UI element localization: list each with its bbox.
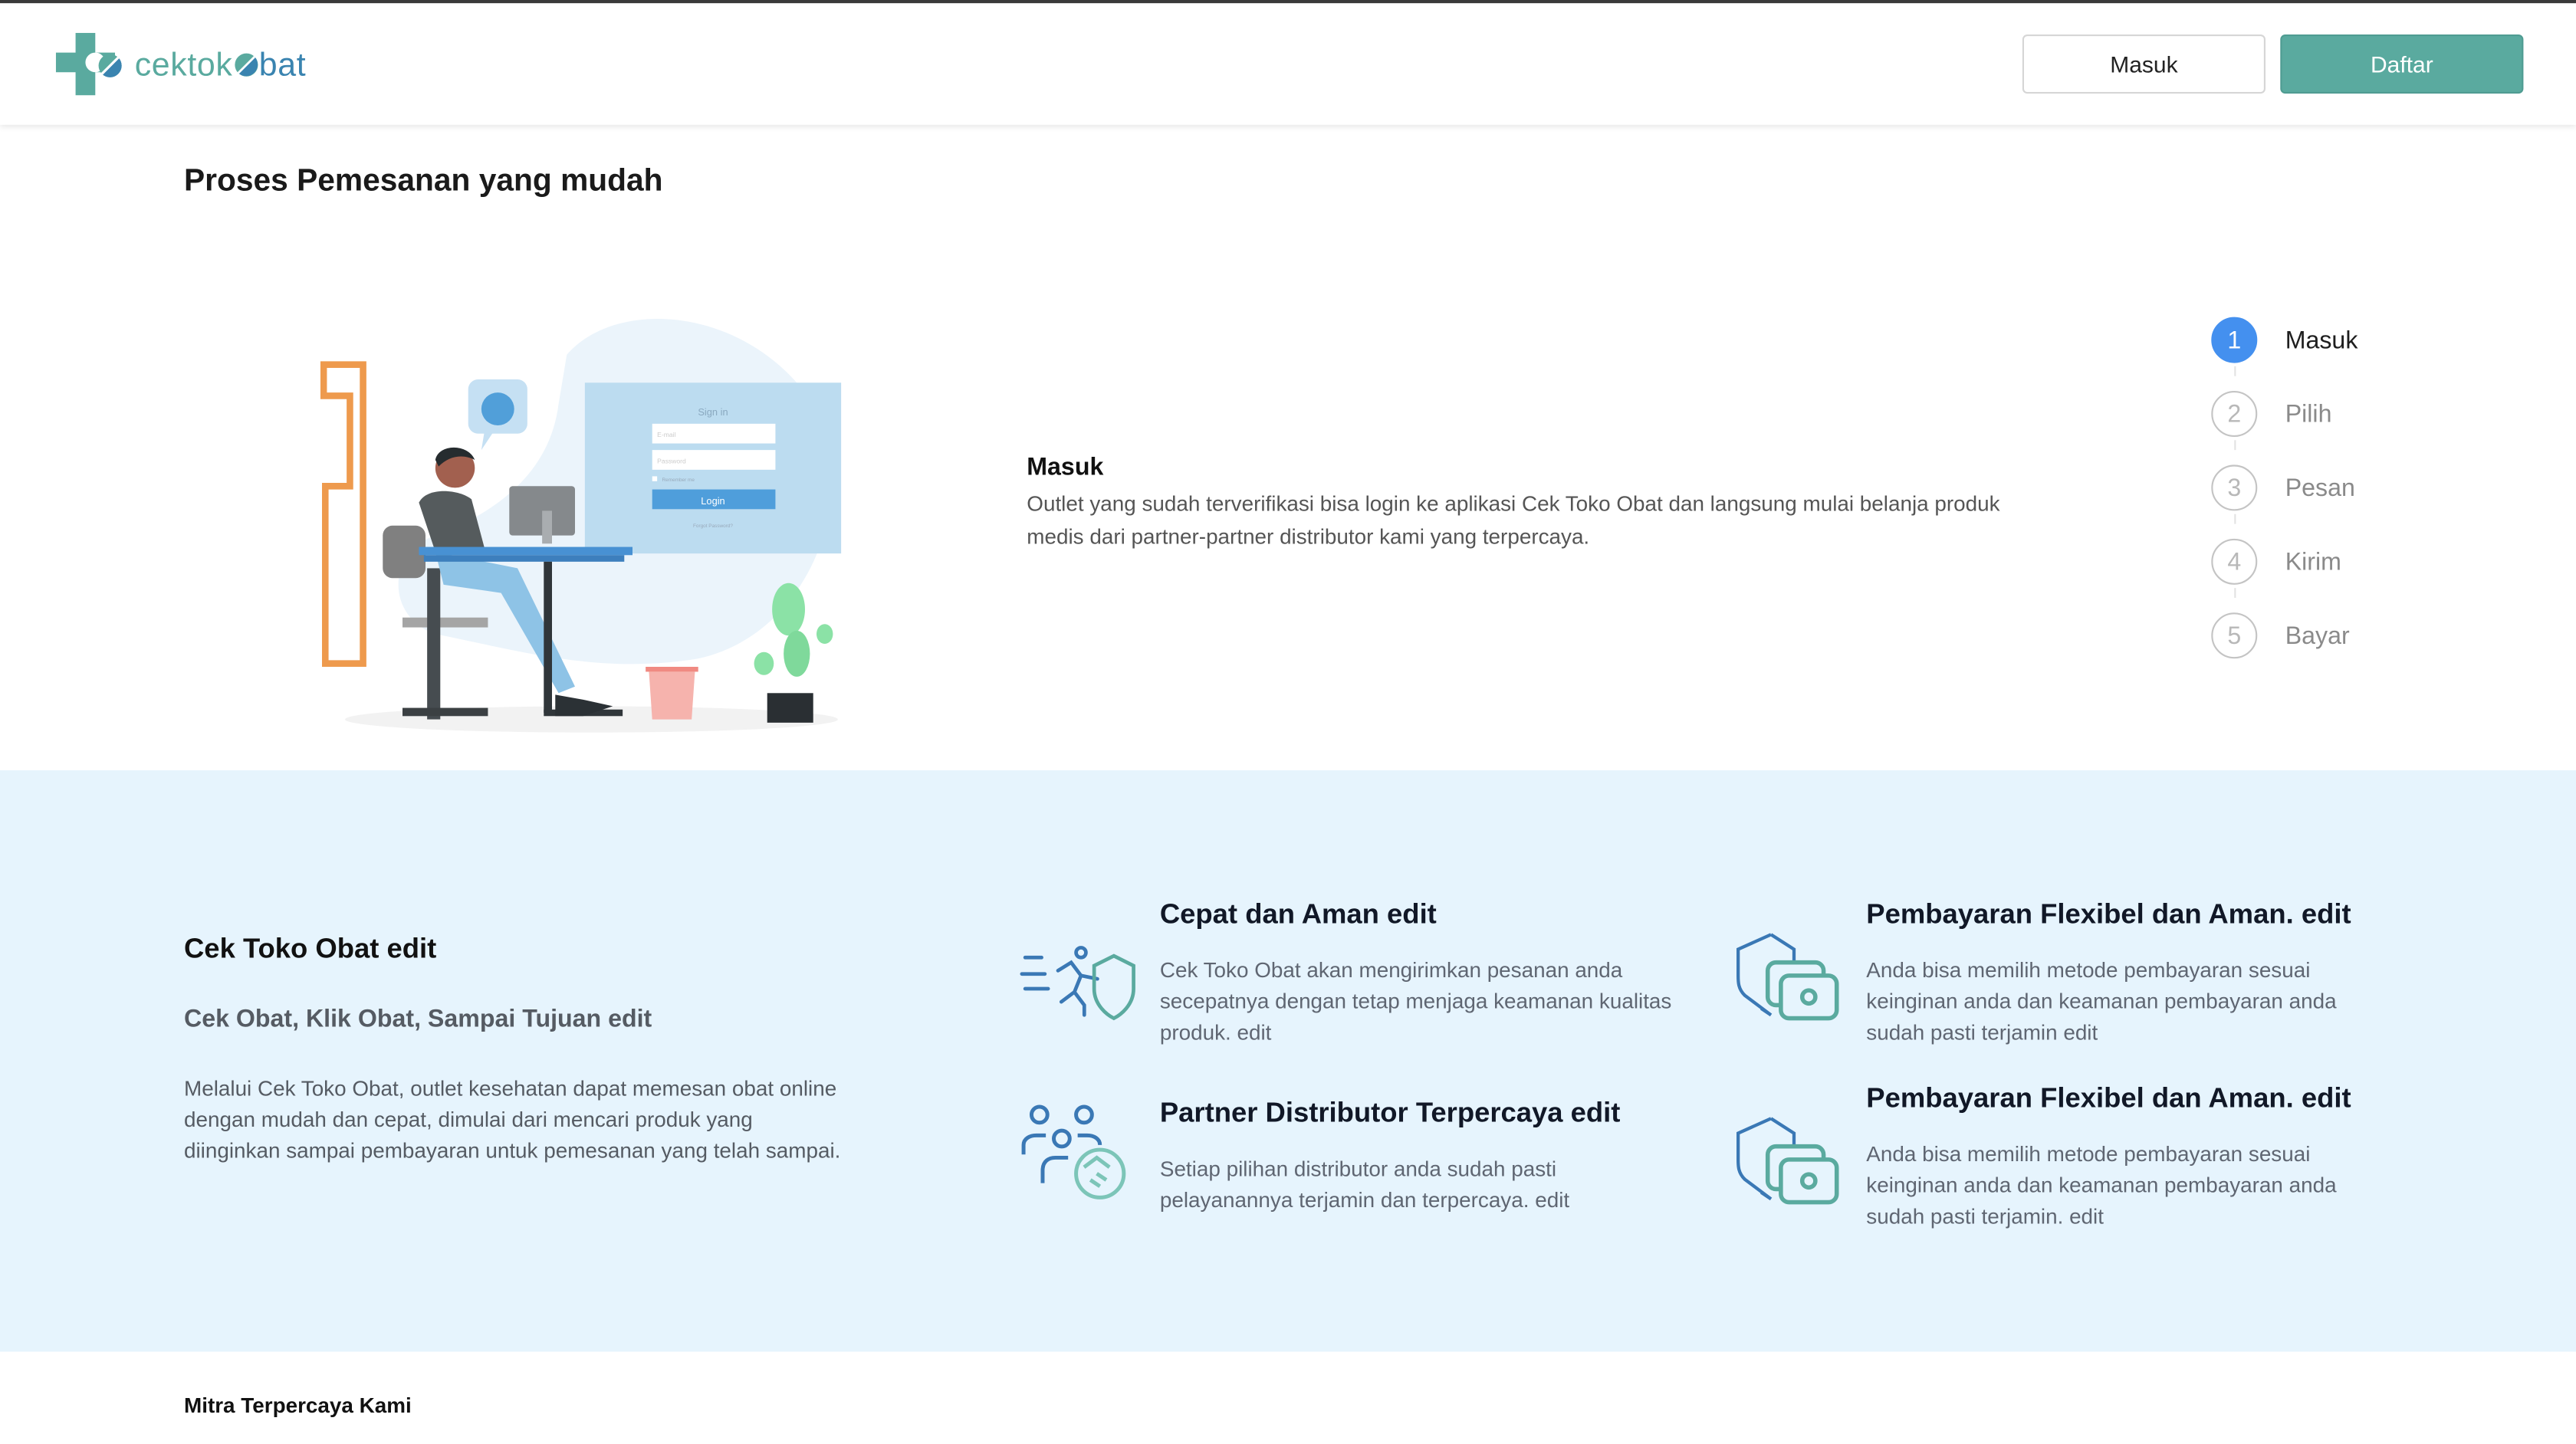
step-bayar[interactable]: 5 Bayar	[2211, 612, 2350, 659]
current-step-description: Outlet yang sudah terverifikasi bisa log…	[1027, 491, 2000, 548]
feature-title: Pembayaran Flexibel dan Aman. edit	[1866, 898, 2351, 930]
illustration-remember: Remember me	[662, 478, 695, 483]
feature-text: Setiap pilihan distributor anda sudah pa…	[1159, 1156, 1570, 1213]
login-button[interactable]: Masuk	[2022, 34, 2266, 94]
step-kirim[interactable]: 4 Kirim	[2211, 538, 2341, 585]
logo-pill-icon	[234, 52, 258, 76]
step-label: Bayar	[2285, 622, 2350, 650]
illustration-login: Login	[701, 495, 724, 507]
partner-handshake-icon	[1021, 1104, 1126, 1200]
login-illustration: Sign in E-mail Password Remember me Logi…	[320, 319, 842, 733]
step-number: 3	[2211, 464, 2258, 511]
step-pesan[interactable]: 3 Pesan	[2211, 464, 2355, 511]
step-label: Pilih	[2285, 399, 2332, 428]
about-title: Cek Toko Obat edit	[184, 933, 437, 964]
page: cektok bat Masuk Daftar Proses Pemesanan …	[0, 0, 2576, 1444]
step-label: Masuk	[2285, 326, 2358, 354]
illustration-password: Password	[657, 457, 686, 464]
illustration-forgot: Forgot Password?	[693, 523, 733, 529]
step-label: Kirim	[2285, 547, 2341, 576]
feature-text: Anda bisa memilih metode pembayaran sesu…	[1866, 1141, 2337, 1229]
partners-title: Mitra Terpercaya Kami	[184, 1393, 412, 1418]
about-paragraph: Melalui Cek Toko Obat, outlet kesehatan …	[184, 1075, 841, 1163]
step-number: 4	[2211, 538, 2258, 585]
header: cektok bat Masuk Daftar	[0, 3, 2576, 125]
logo-cross-pill-icon	[55, 32, 122, 96]
logo[interactable]: cektok bat	[55, 32, 307, 99]
section-title: Proses Pemesanan yang mudah	[184, 164, 663, 199]
fast-secure-icon	[1020, 946, 1135, 1021]
feature-title: Partner Distributor Terpercaya edit	[1159, 1097, 1621, 1129]
current-step-title: Masuk	[1027, 453, 1104, 481]
feature-title: Cepat dan Aman edit	[1159, 898, 1437, 930]
feature-title: Pembayaran Flexibel dan Aman. edit	[1866, 1082, 2351, 1114]
step-number: 5	[2211, 612, 2258, 659]
step-label: Pesan	[2285, 474, 2355, 502]
illustration-email: E-mail	[657, 431, 675, 438]
step-number: 2	[2211, 390, 2258, 437]
payment-shield-icon	[1736, 933, 1839, 1021]
register-button[interactable]: Daftar	[2280, 34, 2524, 94]
step-masuk[interactable]: 1 Masuk	[2211, 317, 2358, 363]
step-pilih[interactable]: 2 Pilih	[2211, 390, 2332, 437]
feature-text: Cek Toko Obat akan mengirimkan pesanan a…	[1159, 957, 1672, 1045]
about-subtitle: Cek Obat, Klik Obat, Sampai Tujuan edit	[184, 1005, 652, 1033]
features-section	[0, 770, 2576, 1352]
feature-text: Anda bisa memilih metode pembayaran sesu…	[1866, 957, 2337, 1045]
step-number: 1	[2211, 317, 2258, 363]
logo-text: cektok bat	[134, 47, 307, 84]
payment-shield-icon	[1736, 1117, 1839, 1205]
illustration-form-title: Sign in	[698, 406, 728, 418]
